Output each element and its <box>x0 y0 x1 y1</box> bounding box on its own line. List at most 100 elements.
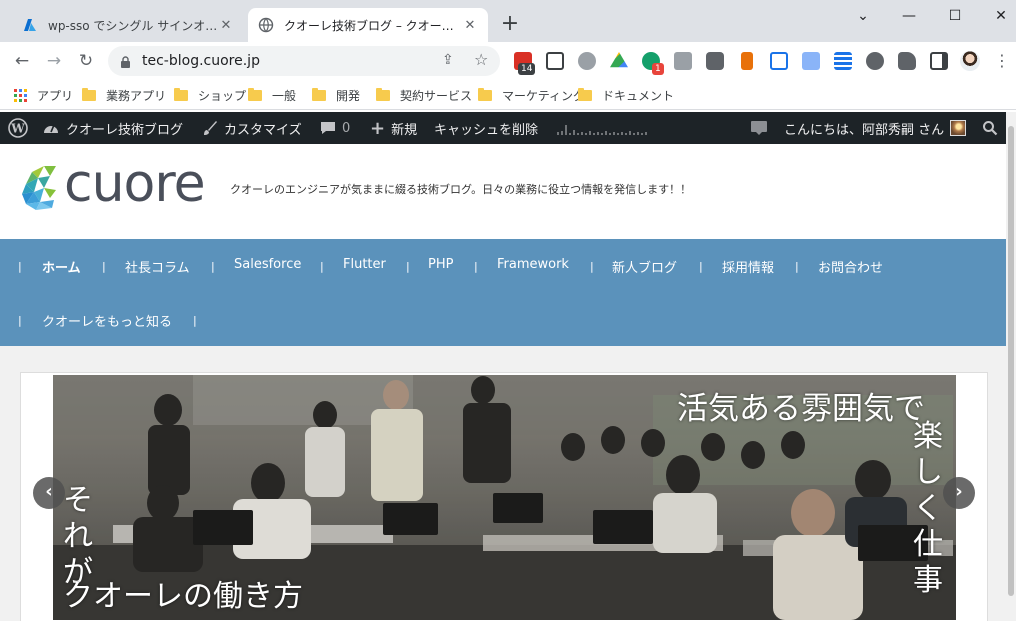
nav-separator: | <box>320 260 324 273</box>
grammarly-badge: 1 <box>652 63 664 75</box>
folder-icon <box>174 87 188 101</box>
bookmark-apps[interactable]: アプリ <box>14 86 73 104</box>
admin-customize[interactable]: カスタマイズ <box>202 112 302 144</box>
hero-slider: 活気ある雰囲気で 楽 し く 仕 事 そ れ が クオーレの働き方 ‹ › <box>20 372 988 621</box>
admin-stats-sparkline[interactable] <box>556 112 652 144</box>
slide-caption: クオーレの働き方 <box>63 579 303 614</box>
new-tab-button[interactable]: + <box>498 12 522 36</box>
fire-extension-icon[interactable] <box>741 52 753 70</box>
nav-separator: | <box>18 260 22 273</box>
admin-new[interactable]: + 新規 <box>370 112 417 144</box>
office-team-photo: 活気ある雰囲気で 楽 し く 仕 事 そ れ が クオーレの働き方 <box>53 375 956 620</box>
notification-icon[interactable] <box>750 112 768 144</box>
nav-item-contact[interactable]: お問合わせ <box>818 257 883 277</box>
nav-item-framework[interactable]: Framework <box>497 257 569 277</box>
side-panel-icon[interactable] <box>930 52 948 70</box>
window-close-icon[interactable]: ✕ <box>986 4 1016 28</box>
scrollbar-thumb[interactable] <box>1008 126 1014 596</box>
nav-separator: | <box>699 260 703 273</box>
globe-icon <box>258 17 274 33</box>
browser-toolbar: ← → ↻ tec-blog.cuore.jp ⇪ ☆ 14 1 ⋮ <box>0 42 1016 80</box>
wp-admin-bar: W クオーレ技術ブログ カスタマイズ 0 + 新規 キャッシュを削除 こんにちは… <box>0 112 1016 144</box>
bookmark-folder[interactable]: 業務アプリ <box>82 86 166 104</box>
bookmark-star-icon[interactable]: ☆ <box>474 50 488 69</box>
frame-extension-icon[interactable] <box>770 52 788 70</box>
admin-site-name[interactable]: クオーレ技術ブログ <box>42 112 183 144</box>
admin-comments[interactable]: 0 <box>320 112 350 144</box>
share-icon[interactable]: ⇪ <box>442 52 454 68</box>
nav-item-about[interactable]: クオーレをもっと知る <box>42 311 172 331</box>
nav-item-newcomer-blog[interactable]: 新人ブログ <box>612 257 677 277</box>
nav-item-php[interactable]: PHP <box>428 257 453 277</box>
print-extension-icon[interactable] <box>802 52 820 70</box>
plus-icon: + <box>370 117 386 139</box>
folder-icon <box>578 87 592 101</box>
nav-separator: | <box>18 314 22 327</box>
nav-separator: | <box>590 260 594 273</box>
forward-arrow-icon[interactable]: → <box>42 49 66 73</box>
dashboard-icon <box>42 120 60 136</box>
camera-icon[interactable] <box>706 52 724 70</box>
folder-icon <box>478 87 492 101</box>
url-text: tec-blog.cuore.jp <box>142 53 260 69</box>
main-navigation: | ホーム | 社長コラム | Salesforce | Flutter | P… <box>0 239 1006 346</box>
bookmark-folder[interactable]: 契約サービス <box>376 86 472 104</box>
nav-item-salesforce[interactable]: Salesforce <box>234 257 301 277</box>
admin-purge-cache[interactable]: キャッシュを削除 <box>434 112 538 144</box>
tab-cuore-blog[interactable]: クオーレ技術ブログ – クオーレのエンジニ ✕ <box>248 8 488 42</box>
tab-strip: wp-sso でシングル サインオンをTest - ✕ クオーレ技術ブログ – … <box>0 0 1016 42</box>
puzzle-icon[interactable] <box>898 52 916 70</box>
azure-logo-icon <box>22 17 38 33</box>
svg-text:W: W <box>10 122 25 136</box>
nav-separator: | <box>474 260 478 273</box>
checkmark-extension-icon[interactable] <box>578 52 596 70</box>
wordpress-logo-icon[interactable]: W <box>8 112 28 144</box>
apps-grid-icon <box>14 88 27 102</box>
site-logo[interactable]: cuore <box>18 154 218 228</box>
kebab-menu-icon[interactable]: ⋮ <box>990 49 1014 73</box>
code-extension-icon[interactable] <box>674 52 692 70</box>
browser-window: wp-sso でシングル サインオンをTest - ✕ クオーレ技術ブログ – … <box>0 0 1016 621</box>
calendar-badge: 14 <box>518 63 536 75</box>
back-arrow-icon[interactable]: ← <box>10 49 34 73</box>
bookmarks-bar: アプリ 業務アプリ ショップ 一般 開発 契約サービス マーケティング ドキュメ… <box>0 80 1016 110</box>
site-header: cuore クオーレのエンジニアが気ままに綴る技術ブログ。日々の業務に役立つ情報… <box>0 144 1006 239</box>
screenshot-extension-icon[interactable] <box>546 52 564 70</box>
slider-next-button[interactable]: › <box>943 477 975 509</box>
nav-separator: | <box>211 260 215 273</box>
reload-icon[interactable]: ↻ <box>74 49 98 73</box>
bookmark-folder[interactable]: 開発 <box>312 86 360 104</box>
bookmark-folder[interactable]: ショップ <box>174 86 246 104</box>
tab-close-icon[interactable]: ✕ <box>462 18 478 33</box>
nav-item-recruit[interactable]: 採用情報 <box>722 257 774 277</box>
cuore-logo-icon <box>22 166 56 210</box>
tab-wp-sso[interactable]: wp-sso でシングル サインオンをTest - ✕ <box>12 8 244 42</box>
nav-item-president-column[interactable]: 社長コラム <box>125 257 190 277</box>
nav-separator: | <box>193 314 197 327</box>
bookmark-folder[interactable]: 一般 <box>248 86 296 104</box>
admin-account[interactable]: こんにちは、阿部秀嗣 さん <box>784 112 967 144</box>
slide-headline: 活気ある雰囲気で <box>677 391 925 427</box>
address-bar[interactable]: tec-blog.cuore.jp ⇪ ☆ <box>108 46 500 76</box>
folder-icon <box>82 87 96 101</box>
bookmark-folder[interactable]: マーケティング <box>478 86 585 104</box>
nav-separator: | <box>795 260 799 273</box>
nav-separator: | <box>102 260 106 273</box>
gear-extension-icon[interactable] <box>866 52 884 70</box>
google-drive-icon[interactable] <box>610 52 628 68</box>
maximize-icon[interactable]: ☐ <box>940 4 970 28</box>
bookmark-folder[interactable]: ドキュメント <box>578 86 674 104</box>
tab-search-icon[interactable]: ⌄ <box>848 4 878 28</box>
page-scrollbar[interactable] <box>1006 112 1016 621</box>
profile-avatar[interactable] <box>960 51 980 71</box>
grid-extension-icon[interactable] <box>834 52 852 70</box>
folder-icon <box>312 87 326 101</box>
nav-item-home[interactable]: ホーム <box>42 257 81 277</box>
tab-close-icon[interactable]: ✕ <box>218 18 234 33</box>
admin-search-icon[interactable] <box>982 112 998 144</box>
slider-prev-button[interactable]: ‹ <box>33 477 65 509</box>
minimize-icon[interactable]: — <box>894 4 924 28</box>
nav-item-flutter[interactable]: Flutter <box>343 257 386 277</box>
comment-bubble-icon <box>320 120 336 136</box>
user-avatar <box>950 120 967 136</box>
